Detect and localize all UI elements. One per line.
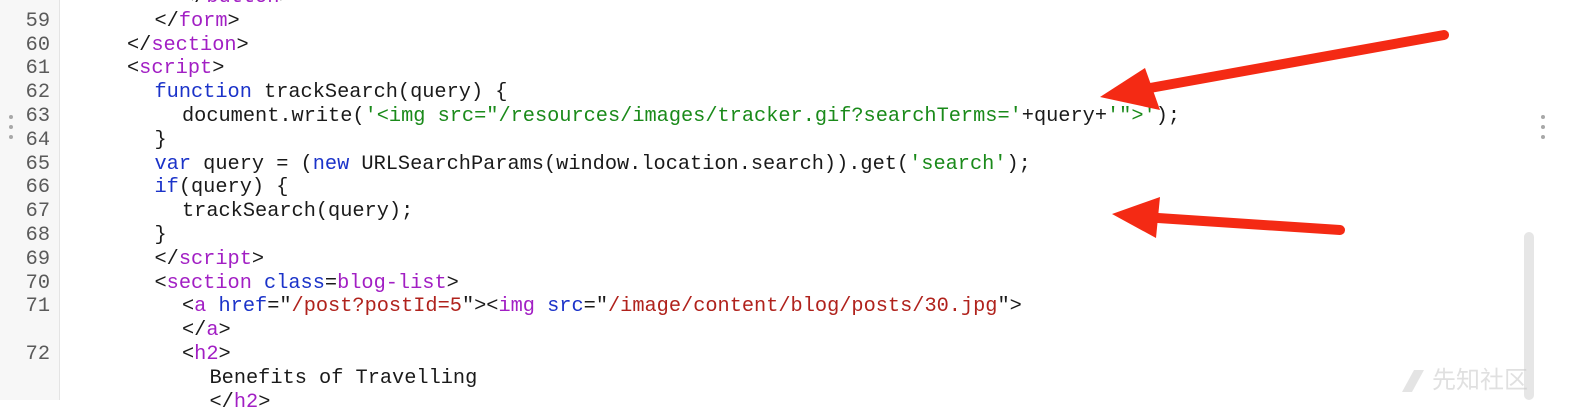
watermark-logo-icon <box>1402 370 1424 392</box>
arrow-2-shaft <box>1153 213 1345 235</box>
watermark: 先知社区 <box>1400 360 1528 395</box>
annotation-arrows <box>1100 30 1449 238</box>
arrow-1-head <box>1100 68 1160 110</box>
arrow-1-shaft <box>1145 30 1449 93</box>
arrow-2-head <box>1112 197 1160 238</box>
watermark-text: 先知社区 <box>1432 366 1528 394</box>
